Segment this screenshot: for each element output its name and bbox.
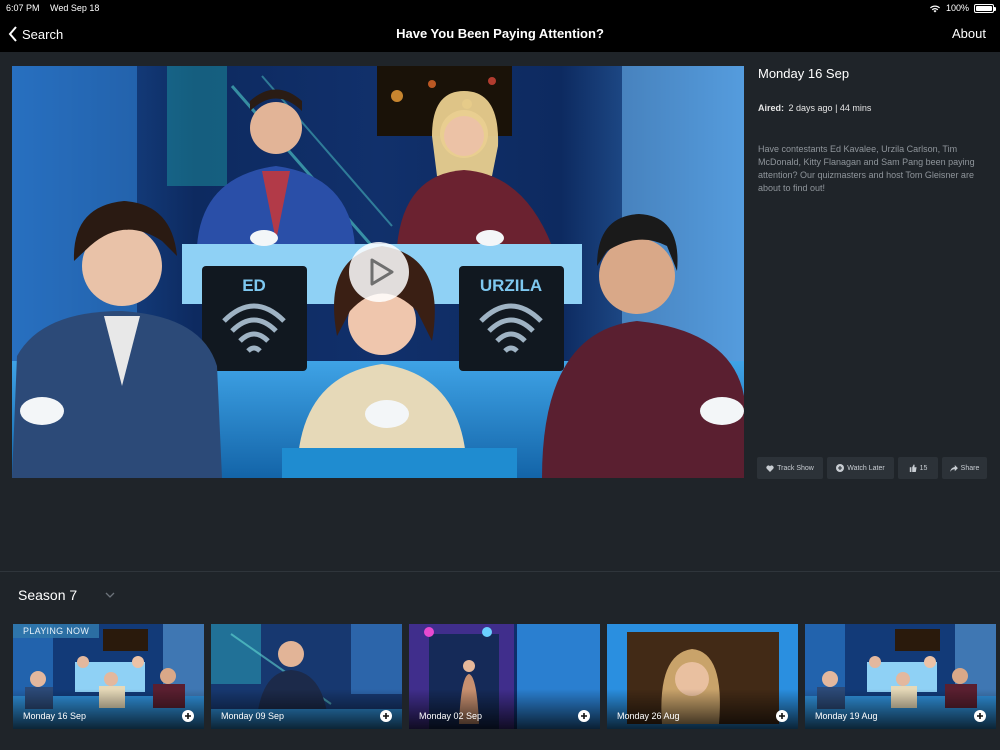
add-episode-button[interactable] <box>974 710 986 722</box>
page-title: Have You Been Paying Attention? <box>396 26 604 41</box>
share-icon <box>949 464 958 472</box>
like-count: 15 <box>919 464 928 472</box>
episode-thumbnail[interactable]: Monday 19 Aug <box>805 624 996 729</box>
podium-left-name: ED <box>242 276 266 295</box>
status-time: 6:07 PM <box>6 3 40 13</box>
season-label: Season 7 <box>18 587 78 603</box>
add-episode-button[interactable] <box>380 710 392 722</box>
episode-thumbnail-label: Monday 19 Aug <box>815 711 878 721</box>
playing-now-badge: PLAYING NOW <box>13 624 100 638</box>
like-button[interactable]: 15 <box>898 457 938 479</box>
play-icon <box>370 258 393 286</box>
episode-title: Monday 16 Sep <box>758 66 850 81</box>
episode-list: PLAYING NOW Monday 16 Sep Monday 09 Sep … <box>13 624 996 729</box>
season-selector[interactable]: Season 7 <box>18 587 115 603</box>
about-button[interactable]: About <box>952 16 986 52</box>
episode-thumbnail-label: Monday 02 Sep <box>419 711 483 721</box>
episode-info: Monday 16 Sep Aired: 2 days ago | 44 min… <box>758 66 990 195</box>
plus-icon <box>185 713 191 719</box>
episode-thumbnail[interactable]: Monday 26 Aug <box>607 624 798 729</box>
episode-thumbnail-label: Monday 16 Sep <box>23 711 87 721</box>
back-label: Search <box>22 26 64 42</box>
add-episode-button[interactable] <box>776 710 788 722</box>
status-date: Wed Sep 18 <box>50 3 100 13</box>
battery-percent: 100% <box>945 3 969 13</box>
back-button[interactable]: Search <box>8 16 63 52</box>
plus-icon <box>779 713 785 719</box>
add-episode-button[interactable] <box>182 710 194 722</box>
track-show-label: Track Show <box>777 464 814 472</box>
navigation-bar: Search Have You Been Paying Attention? A… <box>0 16 1000 52</box>
status-bar: 6:07 PM Wed Sep 18 100% <box>0 0 1000 16</box>
add-episode-button[interactable] <box>578 710 590 722</box>
play-button[interactable] <box>349 242 409 302</box>
track-show-button[interactable]: Track Show <box>757 457 823 479</box>
watch-later-label: Watch Later <box>847 464 885 472</box>
episode-thumbnail[interactable]: Monday 09 Sep <box>211 624 402 729</box>
wifi-icon <box>929 4 940 12</box>
plus-icon <box>383 713 389 719</box>
aired-label: Aired: <box>758 103 785 113</box>
plus-icon <box>581 713 587 719</box>
episode-thumbnail[interactable]: PLAYING NOW Monday 16 Sep <box>13 624 204 729</box>
chevron-down-icon <box>105 592 115 598</box>
episode-thumbnail[interactable]: Monday 02 Sep <box>409 624 600 729</box>
share-button[interactable]: Share <box>942 457 987 479</box>
battery-icon <box>974 3 996 13</box>
aired-info: Aired: 2 days ago | 44 mins <box>758 103 990 113</box>
episode-thumbnail-label: Monday 26 Aug <box>617 711 680 721</box>
podium-right-name: URZILA <box>480 276 542 295</box>
episode-actions: Track Show Watch Later 15 Share <box>757 457 987 479</box>
plus-circle-icon <box>836 464 845 472</box>
aired-value: 2 days ago | 44 mins <box>788 103 872 113</box>
heart-icon <box>766 465 774 472</box>
thumbs-up-icon <box>909 464 917 472</box>
episode-description: Have contestants Ed Kavalee, Urzila Carl… <box>758 144 975 193</box>
section-divider <box>0 571 1000 572</box>
chevron-left-icon <box>8 26 17 42</box>
watch-later-button[interactable]: Watch Later <box>827 457 894 479</box>
share-label: Share <box>960 464 980 472</box>
plus-icon <box>977 713 983 719</box>
episode-thumbnail-label: Monday 09 Sep <box>221 711 285 721</box>
episode-hero-image[interactable]: ED URZILA <box>12 66 744 478</box>
